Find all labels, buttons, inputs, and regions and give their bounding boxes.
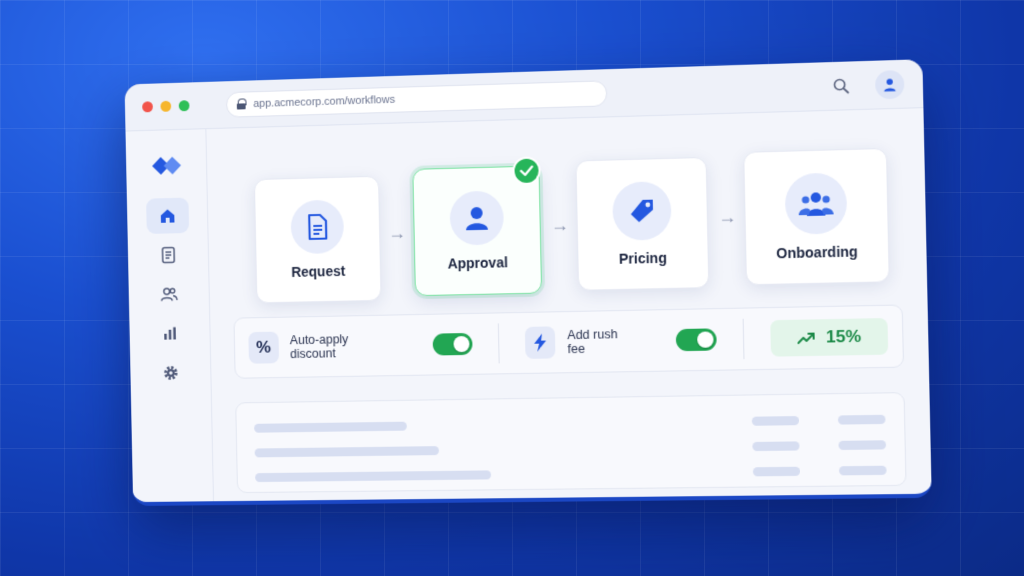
- step-label: Approval: [447, 254, 509, 272]
- percent-icon: %: [248, 331, 279, 364]
- team-icon: [798, 192, 834, 217]
- placeholder-bar: [254, 421, 407, 433]
- placeholder-bar: [751, 415, 800, 426]
- step-approval[interactable]: Approval: [412, 156, 543, 297]
- step-label: Onboarding: [776, 243, 858, 262]
- home-icon: [160, 209, 174, 223]
- rush-toggle[interactable]: [675, 328, 717, 352]
- sidebar-item-documents[interactable]: [146, 237, 189, 273]
- sidebar-item-analytics[interactable]: [148, 316, 191, 352]
- search-icon: [833, 77, 850, 94]
- user-icon: [884, 78, 896, 91]
- discount-toggle[interactable]: [432, 332, 473, 356]
- table-row: [255, 459, 887, 488]
- placeholder-bar: [752, 440, 800, 451]
- app-logo: [149, 153, 182, 182]
- browser-window: app.acmecorp.com/workflows Request → App…: [124, 59, 932, 507]
- step-label: Pricing: [618, 249, 668, 267]
- placeholder-bar: [752, 466, 801, 476]
- maximize-dot[interactable]: [178, 100, 190, 112]
- step-label: Request: [291, 262, 346, 280]
- tag-icon: [630, 199, 654, 223]
- discount-label: Auto-apply discount: [289, 332, 349, 362]
- placeholder-bar: [837, 414, 886, 425]
- rush-option: Add rush fee: [524, 323, 717, 359]
- placeholder-bar: [255, 469, 492, 482]
- sidebar-item-settings[interactable]: [149, 355, 192, 391]
- document-icon: [304, 213, 330, 241]
- discount-metric-badge: 15%: [770, 317, 889, 357]
- url-bar[interactable]: app.acmecorp.com/workflows: [225, 79, 608, 118]
- divider: [497, 323, 500, 364]
- lock-icon: [237, 98, 246, 109]
- user-icon: [465, 206, 488, 231]
- minimize-dot[interactable]: [160, 100, 172, 112]
- user-avatar-button[interactable]: [874, 69, 905, 99]
- divider: [742, 318, 745, 360]
- checkmark-icon: [512, 156, 541, 186]
- trend-up-icon: [797, 332, 816, 345]
- sidebar-item-home[interactable]: [145, 197, 189, 234]
- document-icon: [160, 246, 176, 264]
- url-text: app.acmecorp.com/workflows: [253, 93, 396, 110]
- close-dot[interactable]: [142, 101, 153, 113]
- arrow-right-icon: →: [387, 222, 406, 244]
- sidebar-item-users[interactable]: [147, 276, 190, 312]
- step-icon-wrap: [449, 190, 505, 246]
- metric-value: 15%: [825, 326, 862, 347]
- search-button[interactable]: [830, 74, 853, 97]
- window-controls: [142, 100, 190, 113]
- step-pricing[interactable]: Pricing: [575, 156, 710, 291]
- bar-chart-icon: [163, 327, 176, 340]
- arrow-right-icon: →: [717, 206, 737, 228]
- logo-icon: [151, 156, 181, 175]
- step-request[interactable]: Request: [253, 175, 382, 304]
- placeholder-bar: [838, 465, 887, 475]
- discount-option: % Auto-apply discount: [248, 328, 473, 364]
- placeholder-bar: [838, 439, 887, 450]
- placeholder-bar: [254, 445, 440, 457]
- step-icon-wrap: [784, 172, 848, 235]
- lightning-icon: [524, 326, 556, 359]
- placeholder-table: [235, 392, 907, 494]
- step-icon-wrap: [612, 181, 672, 241]
- gear-icon: [161, 364, 179, 382]
- options-bar: % Auto-apply discount Add rush fee 15%: [233, 304, 905, 379]
- sidebar: [125, 129, 214, 503]
- step-icon-wrap: [290, 199, 345, 255]
- arrow-right-icon: →: [550, 214, 569, 236]
- workflow-steps: Request → Approval → Pricing → Onboardin…: [230, 109, 903, 304]
- step-onboarding[interactable]: Onboarding: [743, 147, 890, 286]
- rush-label: Add rush fee: [567, 327, 618, 357]
- users-icon: [160, 286, 178, 302]
- main-content: Request → Approval → Pricing → Onboardin…: [206, 108, 931, 501]
